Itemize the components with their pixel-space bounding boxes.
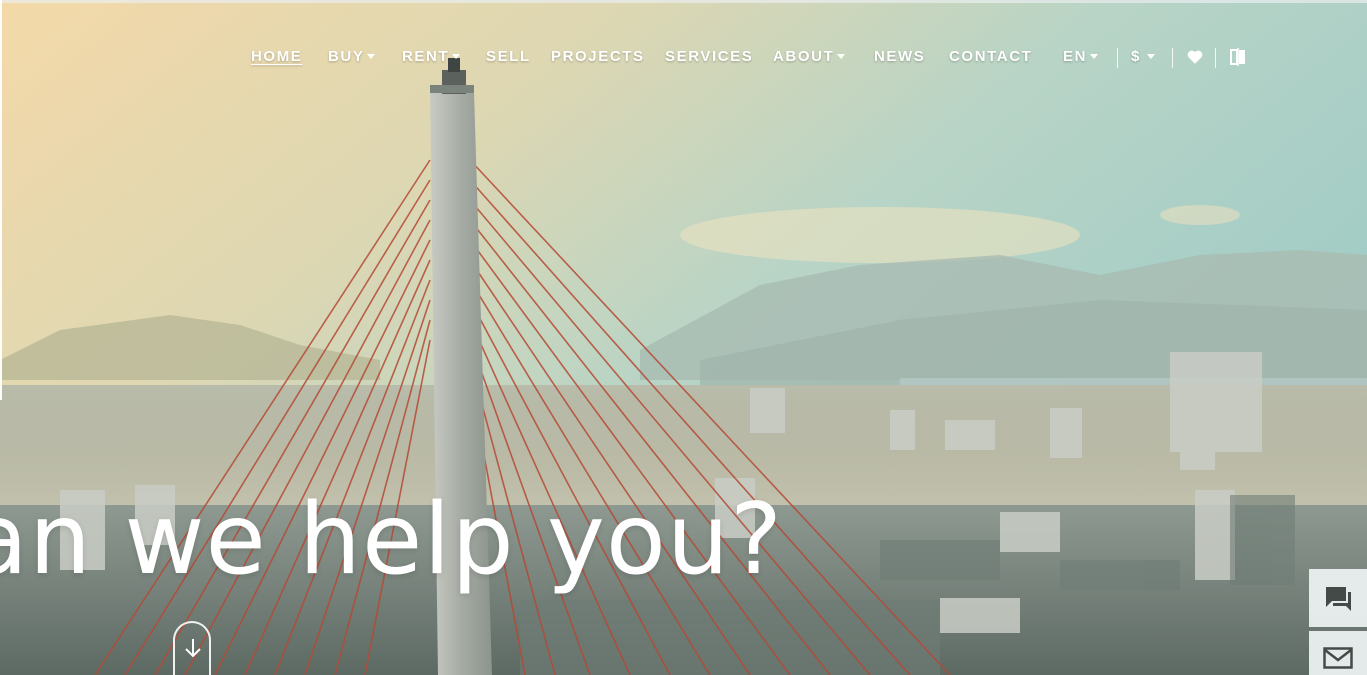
chevron-down-icon: [1090, 53, 1099, 59]
chevron-down-icon: [837, 53, 846, 59]
hero-headline: an we help you?: [0, 483, 783, 597]
heart-icon[interactable]: [1186, 48, 1204, 66]
chevron-down-icon: [452, 53, 461, 59]
chat-icon: [1326, 587, 1351, 611]
nav-buy[interactable]: BUY: [328, 44, 376, 70]
chat-button[interactable]: [1309, 569, 1367, 627]
nav-divider: [1215, 48, 1216, 68]
nav-rent-label: RENT: [402, 48, 450, 65]
nav-services-label: SERVICES: [665, 48, 754, 65]
chevron-down-icon: [1146, 53, 1155, 59]
nav-contact[interactable]: CONTACT: [949, 44, 1032, 70]
arrow-down-icon: [185, 639, 201, 658]
nav-about[interactable]: ABOUT: [773, 44, 846, 70]
nav-projects-label: PROJECTS: [551, 48, 645, 65]
nav-contact-label: CONTACT: [949, 48, 1033, 65]
nav-rent[interactable]: RENT: [402, 44, 461, 70]
compare-icon[interactable]: [1229, 48, 1247, 66]
nav-news-label: NEWS: [874, 48, 926, 65]
language-label: EN: [1063, 48, 1088, 65]
nav-news[interactable]: NEWS: [874, 44, 925, 70]
nav-projects[interactable]: PROJECTS: [551, 44, 645, 70]
nav-sell-label: SELL: [486, 48, 531, 65]
scroll-down-button[interactable]: [173, 621, 211, 675]
nav-divider: [1117, 48, 1118, 68]
nav-buy-label: BUY: [328, 48, 365, 65]
nav-about-label: ABOUT: [773, 48, 835, 65]
email-button[interactable]: [1309, 631, 1367, 675]
currency-selector[interactable]: $: [1131, 44, 1155, 70]
top-border: [0, 0, 1367, 3]
nav-sell[interactable]: SELL: [486, 44, 531, 70]
nav-divider: [1172, 48, 1173, 68]
nav-services[interactable]: SERVICES: [665, 44, 753, 70]
language-selector[interactable]: EN: [1063, 44, 1099, 70]
chevron-down-icon: [367, 53, 376, 59]
nav-home[interactable]: HOME: [251, 44, 302, 70]
currency-label: $: [1131, 48, 1141, 65]
nav-home-label: HOME: [251, 48, 303, 65]
mail-icon: [1323, 647, 1353, 669]
main-navigation: HOME BUY RENT SELL PROJECTS SERVICES ABO…: [0, 44, 1367, 70]
